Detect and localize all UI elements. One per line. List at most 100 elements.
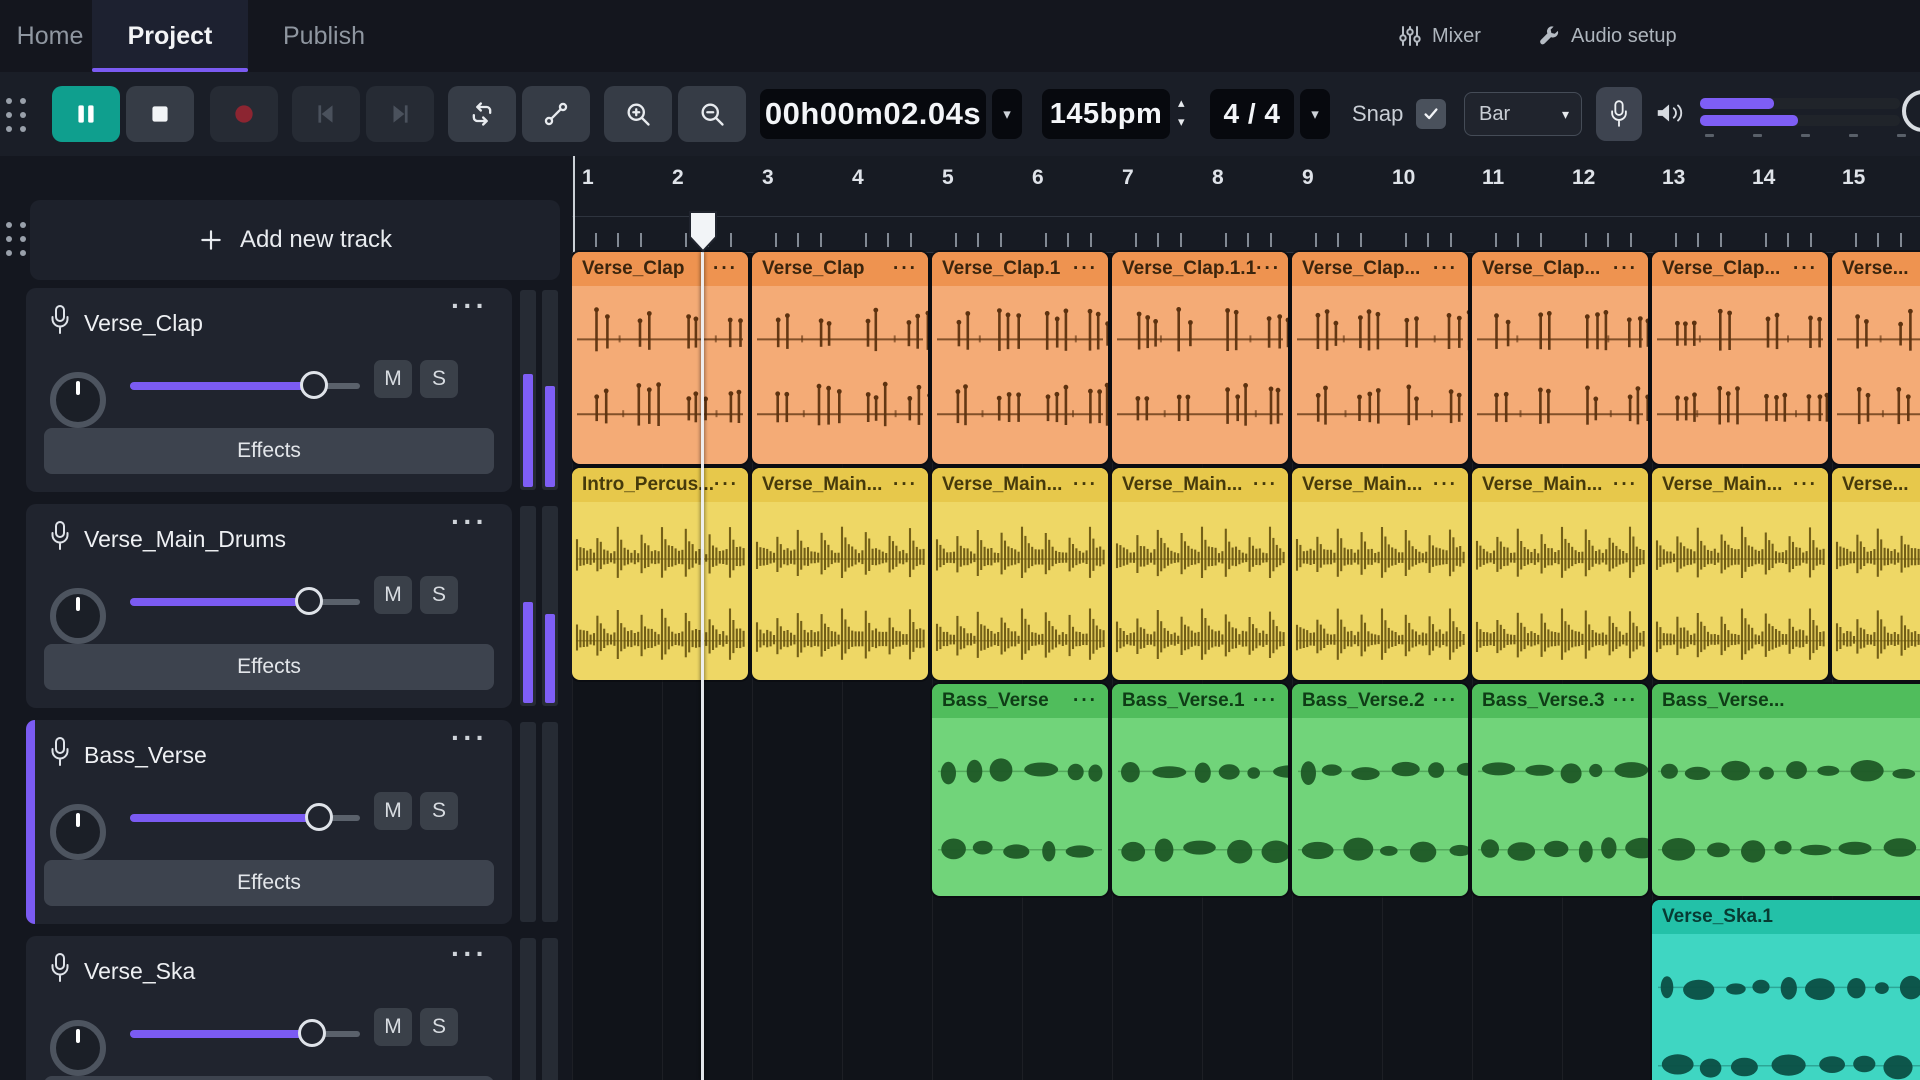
clip-menu-button[interactable]: ··· <box>1433 258 1458 280</box>
clip-menu-button[interactable]: ··· <box>1613 258 1638 280</box>
time-display-caret[interactable]: ▾ <box>992 89 1022 139</box>
clip-menu-button[interactable]: ··· <box>1073 474 1098 496</box>
bpm-spinner[interactable]: ▴ ▾ <box>1178 96 1185 128</box>
volume-slider-handle[interactable] <box>295 587 323 615</box>
audio-clip[interactable]: Bass_Verse.3··· <box>1472 684 1648 896</box>
grid-resolution-dropdown[interactable]: Bar ▾ <box>1464 92 1582 136</box>
clip-menu-button[interactable]: ··· <box>1613 474 1638 496</box>
clip-menu-button[interactable]: ··· <box>1253 690 1278 712</box>
time-signature-display[interactable]: 4 / 4 <box>1210 89 1294 139</box>
track-lane[interactable]: Intro_Percus...···Verse_Main...···Verse_… <box>572 468 1920 680</box>
solo-button[interactable]: S <box>420 360 458 398</box>
effects-button[interactable]: Effects <box>44 644 494 690</box>
stop-button[interactable] <box>126 86 194 142</box>
speaker-icon[interactable] <box>1654 100 1686 126</box>
track-menu-button[interactable]: ··· <box>451 506 488 538</box>
audio-clip[interactable]: Verse...··· <box>1832 252 1920 464</box>
audio-clip[interactable]: Bass_Verse.2··· <box>1292 684 1468 896</box>
clip-menu-button[interactable]: ··· <box>1433 474 1458 496</box>
track-lane[interactable]: Bass_Verse···Bass_Verse.1···Bass_Verse.2… <box>572 684 1920 896</box>
audio-clip[interactable]: Verse...··· <box>1832 468 1920 680</box>
audio-clip[interactable]: Verse_Main...··· <box>752 468 928 680</box>
effects-button[interactable]: Effects <box>44 428 494 474</box>
audio-clip[interactable]: Bass_Verse.1··· <box>1112 684 1288 896</box>
mute-button[interactable]: M <box>374 1008 412 1046</box>
track-menu-button[interactable]: ··· <box>451 938 488 970</box>
volume-slider-handle[interactable] <box>305 803 333 831</box>
clip-menu-button[interactable]: ··· <box>1793 258 1818 280</box>
add-track-drag-handle[interactable] <box>6 222 26 256</box>
tab-project[interactable]: Project <box>92 0 248 72</box>
track-name[interactable]: Bass_Verse <box>84 742 207 769</box>
clip-menu-button[interactable]: ··· <box>1433 690 1458 712</box>
zoom-in-button[interactable] <box>604 86 672 142</box>
effects-button[interactable]: Effects <box>44 860 494 906</box>
bpm-display[interactable]: 145bpm <box>1042 89 1170 139</box>
solo-button[interactable]: S <box>420 792 458 830</box>
mute-button[interactable]: M <box>374 576 412 614</box>
mute-button[interactable]: M <box>374 360 412 398</box>
tab-publish[interactable]: Publish <box>272 0 376 72</box>
audio-clip[interactable]: Verse_Clap...··· <box>1472 252 1648 464</box>
audio-setup-button[interactable]: Audio setup <box>1538 0 1677 72</box>
clip-menu-button[interactable]: ··· <box>714 474 739 496</box>
volume-slider-handle[interactable] <box>298 1019 326 1047</box>
audio-clip[interactable]: Verse_Clap··· <box>572 252 748 464</box>
track-lane[interactable]: Verse_Clap···Verse_Clap···Verse_Clap.1··… <box>572 252 1920 464</box>
zoom-out-button[interactable] <box>678 86 746 142</box>
pan-knob[interactable] <box>50 588 106 644</box>
mute-button[interactable]: M <box>374 792 412 830</box>
clip-menu-button[interactable]: ··· <box>713 258 738 280</box>
audio-clip[interactable]: Verse_Main...··· <box>1292 468 1468 680</box>
clip-menu-button[interactable]: ··· <box>893 474 918 496</box>
tab-home[interactable]: Home <box>10 0 90 72</box>
audio-clip[interactable]: Verse_Main...··· <box>1472 468 1648 680</box>
skip-back-button[interactable] <box>292 86 360 142</box>
volume-slider-handle[interactable] <box>300 371 328 399</box>
mixer-button[interactable]: Mixer <box>1398 0 1481 72</box>
pause-button[interactable] <box>52 86 120 142</box>
clip-menu-button[interactable]: ··· <box>1793 474 1818 496</box>
audio-clip[interactable]: Verse_Main...··· <box>1652 468 1828 680</box>
audio-clip[interactable]: Verse_Ska.1··· <box>1652 900 1920 1080</box>
clip-menu-button[interactable]: ··· <box>1253 474 1278 496</box>
record-button[interactable] <box>210 86 278 142</box>
audio-clip[interactable]: Bass_Verse··· <box>932 684 1108 896</box>
track-menu-button[interactable]: ··· <box>451 722 488 754</box>
playhead-line[interactable] <box>701 252 704 1080</box>
audio-clip[interactable]: Verse_Clap.1··· <box>932 252 1108 464</box>
clip-menu-button[interactable]: ··· <box>1256 258 1281 280</box>
playhead-flag[interactable] <box>687 210 719 254</box>
clip-menu-button[interactable]: ··· <box>893 258 918 280</box>
audio-clip[interactable]: Intro_Percus...··· <box>572 468 748 680</box>
skip-forward-button[interactable] <box>366 86 434 142</box>
time-signature-caret[interactable]: ▾ <box>1300 89 1330 139</box>
timeline-ruler[interactable]: 123456789101112131415 <box>572 156 1920 253</box>
track-name[interactable]: Verse_Ska <box>84 958 195 985</box>
mic-button[interactable] <box>1596 87 1642 141</box>
track-lane[interactable]: Verse_Ska.1··· <box>572 900 1920 1080</box>
track-name[interactable]: Verse_Main_Drums <box>84 526 286 553</box>
snap-checkbox[interactable] <box>1416 99 1446 129</box>
audio-clip[interactable]: Verse_Clap.1.1··· <box>1112 252 1288 464</box>
pan-knob[interactable] <box>50 804 106 860</box>
audio-clip[interactable]: Verse_Clap··· <box>752 252 928 464</box>
clip-menu-button[interactable]: ··· <box>1073 690 1098 712</box>
audio-clip[interactable]: Verse_Clap...··· <box>1292 252 1468 464</box>
audio-clip[interactable]: Verse_Main...··· <box>1112 468 1288 680</box>
track-name[interactable]: Verse_Clap <box>84 310 203 337</box>
automation-button[interactable] <box>522 86 590 142</box>
time-display[interactable]: 00h00m02.04s <box>760 89 986 139</box>
clip-menu-button[interactable]: ··· <box>1613 690 1638 712</box>
audio-clip[interactable]: Verse_Main...··· <box>932 468 1108 680</box>
audio-clip[interactable]: Verse_Clap...··· <box>1652 252 1828 464</box>
loop-button[interactable] <box>448 86 516 142</box>
solo-button[interactable]: S <box>420 576 458 614</box>
effects-button[interactable]: Effects <box>44 1076 494 1080</box>
master-knob-edge[interactable] <box>1902 90 1920 132</box>
pan-knob[interactable] <box>50 372 106 428</box>
clip-menu-button[interactable]: ··· <box>1073 258 1098 280</box>
add-track-button[interactable]: Add new track <box>30 200 560 280</box>
track-menu-button[interactable]: ··· <box>451 290 488 322</box>
audio-clip[interactable]: Bass_Verse...··· <box>1652 684 1920 896</box>
